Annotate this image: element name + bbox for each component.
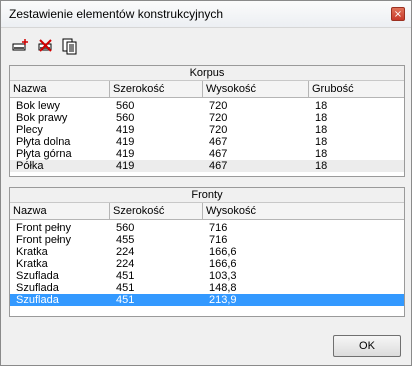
col-header-thickness[interactable]: Grubość: [309, 81, 404, 97]
table-row[interactable]: Plecy 419 720 18: [10, 124, 404, 136]
col-header-height[interactable]: Wysokość: [203, 203, 404, 219]
table-row[interactable]: Kratka 224 166,6: [10, 246, 404, 258]
cell-height: 716: [209, 222, 228, 234]
cell-name: Front pełny: [16, 234, 72, 246]
cell-width: 224: [116, 246, 135, 258]
cell-height: 166,6: [209, 258, 237, 270]
cell-name: Kratka: [16, 258, 48, 270]
korpus-header: Nazwa Szerokość Wysokość Grubość: [10, 81, 404, 98]
cell-name: Płyta górna: [16, 148, 72, 160]
cell-name: Szuflada: [16, 294, 59, 306]
cell-height: 720: [209, 112, 228, 124]
close-button[interactable]: ×: [391, 7, 405, 21]
cell-name: Szuflada: [16, 282, 59, 294]
col-header-name[interactable]: Nazwa: [10, 81, 110, 97]
table-row[interactable]: Front pełny 560 716: [10, 222, 404, 234]
col-header-name[interactable]: Nazwa: [10, 203, 110, 219]
cell-height: 467: [209, 136, 228, 148]
delete-element-button[interactable]: [35, 35, 57, 57]
col-header-height[interactable]: Wysokość: [203, 81, 309, 97]
cell-height: 166,6: [209, 246, 237, 258]
delete-element-icon: [38, 39, 52, 52]
table-row[interactable]: Szuflada 451 103,3: [10, 270, 404, 282]
korpus-title: Korpus: [10, 66, 404, 81]
toolbar: [9, 35, 109, 57]
cell-thickness: 18: [315, 148, 328, 160]
table-row[interactable]: Szuflada 451 148,8: [10, 282, 404, 294]
table-row[interactable]: Bok prawy 560 720 18: [10, 112, 404, 124]
table-row[interactable]: Płyta dolna 419 467 18: [10, 136, 404, 148]
table-row[interactable]: Bok lewy 560 720 18: [10, 100, 404, 112]
cell-height: 467: [209, 160, 228, 172]
cell-width: 560: [116, 222, 135, 234]
ok-button[interactable]: OK: [333, 335, 401, 357]
cell-width: 224: [116, 258, 135, 270]
copy-list-icon: [62, 38, 77, 55]
table-row[interactable]: Półka 419 467 18: [10, 160, 404, 172]
cell-height: 103,3: [209, 270, 237, 282]
fronty-header: Nazwa Szerokość Wysokość: [10, 203, 404, 220]
cell-height: 467: [209, 148, 228, 160]
window-title: Zestawienie elementów konstrukcyjnych: [9, 7, 224, 21]
col-header-width[interactable]: Szerokość: [110, 81, 203, 97]
cell-width: 451: [116, 270, 135, 282]
cell-name: Płyta dolna: [16, 136, 71, 148]
fronty-table[interactable]: Fronty Nazwa Szerokość Wysokość Front pe…: [9, 187, 405, 317]
cell-thickness: 18: [315, 124, 328, 136]
add-element-icon: [12, 39, 28, 51]
table-row-selected[interactable]: Szuflada 451 213,9: [10, 294, 404, 306]
cell-name: Front pełny: [16, 222, 72, 234]
title-bar[interactable]: Zestawienie elementów konstrukcyjnych ×: [1, 1, 411, 28]
cell-thickness: 18: [315, 112, 328, 124]
table-row[interactable]: Kratka 224 166,6: [10, 258, 404, 270]
cell-thickness: 18: [315, 100, 328, 112]
korpus-table[interactable]: Korpus Nazwa Szerokość Wysokość Grubość …: [9, 65, 405, 177]
cell-height: 148,8: [209, 282, 237, 294]
cell-name: Bok prawy: [16, 112, 68, 124]
fronty-title: Fronty: [10, 188, 404, 203]
cell-width: 560: [116, 100, 135, 112]
col-header-width[interactable]: Szerokość: [110, 203, 203, 219]
copy-list-button[interactable]: [59, 35, 81, 57]
cell-width: 560: [116, 112, 135, 124]
table-row[interactable]: Front pełny 455 716: [10, 234, 404, 246]
cell-height: 213,9: [209, 294, 237, 306]
cell-width: 451: [116, 282, 135, 294]
cell-width: 451: [116, 294, 135, 306]
cell-thickness: 18: [315, 136, 328, 148]
cell-width: 419: [116, 160, 135, 172]
cell-width: 419: [116, 136, 135, 148]
table-row[interactable]: Płyta górna 419 467 18: [10, 148, 404, 160]
cell-height: 720: [209, 124, 228, 136]
cell-width: 419: [116, 124, 135, 136]
cell-name: Półka: [16, 160, 44, 172]
cell-name: Szuflada: [16, 270, 59, 282]
cell-name: Plecy: [16, 124, 43, 136]
cell-name: Kratka: [16, 246, 48, 258]
dialog-window: Zestawienie elementów konstrukcyjnych ×: [0, 0, 412, 366]
cell-height: 716: [209, 234, 228, 246]
cell-thickness: 18: [315, 160, 328, 172]
cell-height: 720: [209, 100, 228, 112]
cell-width: 455: [116, 234, 135, 246]
add-element-button[interactable]: [9, 35, 31, 57]
cell-name: Bok lewy: [16, 100, 61, 112]
cell-width: 419: [116, 148, 135, 160]
